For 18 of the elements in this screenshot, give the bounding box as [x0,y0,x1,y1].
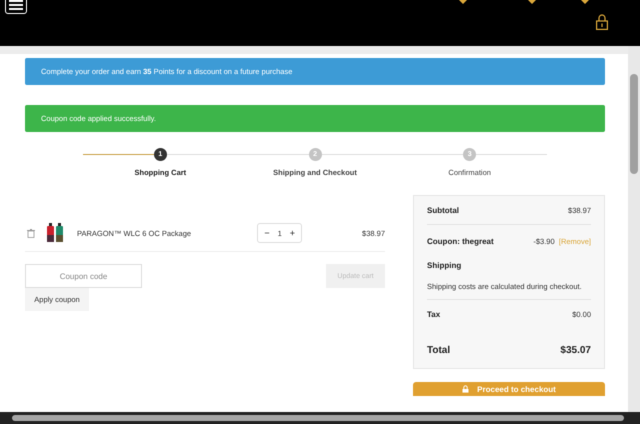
coupon-field[interactable]: Coupon code [25,264,142,288]
menu-icon[interactable] [5,0,27,14]
decrease-quantity[interactable]: − [264,228,270,238]
coupon-label: Coupon: thegreat [427,236,494,246]
vertical-scrollbar[interactable] [628,46,640,412]
increase-quantity[interactable]: + [290,228,296,238]
subtotal-label: Subtotal [427,206,459,214]
trash-icon[interactable] [27,228,35,238]
lock-icon [462,385,470,393]
progress-line [476,154,548,155]
product-bottles-drawing [45,223,65,243]
total-value: $35.07 [560,344,591,356]
total-label: Total [427,344,450,356]
horizontal-scrollbar[interactable] [0,412,640,424]
shipping-label: Shipping [427,261,462,270]
tax-label: Tax [427,310,440,319]
progress-line [83,154,154,155]
lock-icon[interactable] [596,14,608,30]
